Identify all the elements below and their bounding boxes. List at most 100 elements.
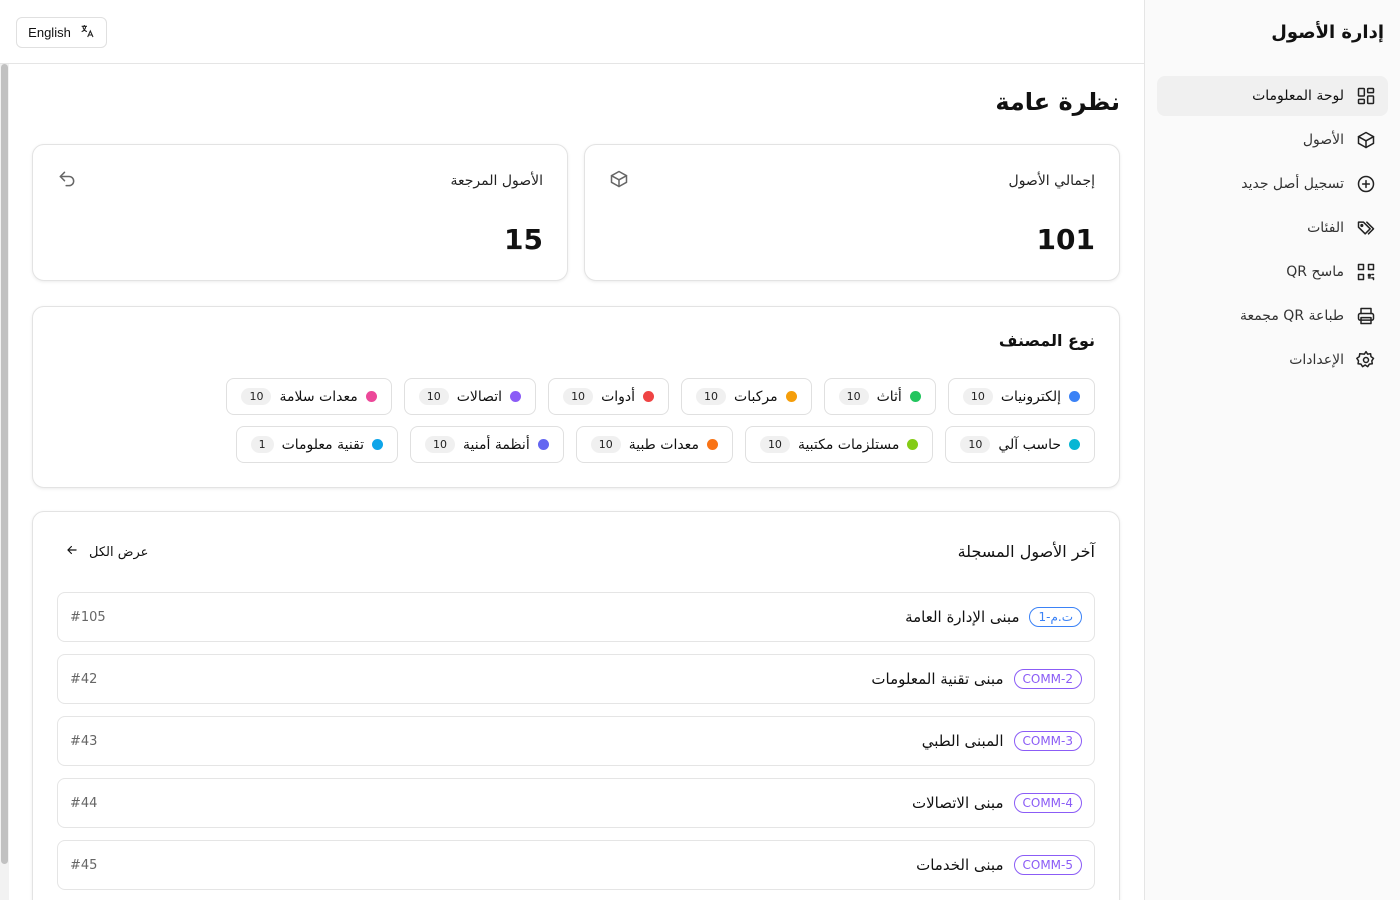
recent-asset-info: COMM-5 مبنى الخدمات (916, 855, 1082, 875)
sidebar-item-label: تسجيل أصل جديد (1241, 176, 1344, 192)
category-color-dot (909, 391, 921, 402)
sidebar-item-dashboard[interactable]: لوحة المعلومات (1157, 76, 1388, 116)
category-count-badge: 10 (590, 436, 621, 453)
category-name: إلكترونيات (1000, 388, 1061, 405)
asset-name: مبنى تقنية المعلومات (871, 670, 1004, 688)
undo-icon (57, 169, 77, 189)
asset-id: #43 (70, 733, 98, 749)
category-name: اتصالات (456, 388, 503, 405)
category-chip[interactable]: مستلزمات مكتبية 10 (744, 426, 934, 463)
gear-icon (1356, 350, 1376, 370)
category-name: حاسب آلي (998, 436, 1061, 453)
recent-asset-row[interactable]: COMM-4 مبنى الاتصالات #44 (57, 778, 1095, 828)
app-title: إدارة الأصول (1271, 21, 1384, 43)
category-chip[interactable]: اتصالات 10 (403, 378, 537, 415)
category-chip[interactable]: إلكترونيات 10 (947, 378, 1095, 415)
plus-circle-icon (1356, 174, 1376, 194)
asset-code-tag: COMM-2 (1013, 669, 1082, 689)
category-count-badge: 1 (250, 436, 274, 453)
category-chip[interactable]: معدات طبية 10 (575, 426, 733, 463)
category-color-dot (1069, 391, 1080, 402)
category-chip[interactable]: حاسب آلي 10 (945, 426, 1095, 463)
category-name: أثاث (876, 388, 902, 405)
asset-code-tag: COMM-4 (1013, 793, 1082, 813)
sidebar-item-categories[interactable]: الفئات (1157, 208, 1388, 248)
recent-asset-info: COMM-4 مبنى الاتصالات (912, 793, 1082, 813)
asset-name: مبنى الإدارة العامة (905, 608, 1020, 626)
sidebar-item-assets[interactable]: الأصول (1157, 120, 1388, 160)
sidebar-item-label: ماسح QR (1286, 264, 1344, 280)
asset-name: مبنى الاتصالات (911, 794, 1004, 812)
category-chip[interactable]: أثاث 10 (823, 378, 936, 415)
stat-label: إجمالي الأصول (1008, 173, 1095, 189)
asset-name: مبنى الخدمات (916, 856, 1004, 874)
recent-asset-row[interactable]: COMM-5 مبنى الخدمات #45 (57, 840, 1095, 890)
dashboard-icon (1356, 86, 1376, 106)
sidebar-item-label: الإعدادات (1289, 352, 1344, 368)
scrollbar[interactable] (0, 64, 9, 900)
page-title: نظرة عامة (995, 88, 1120, 116)
category-chip[interactable]: أنظمة أمنية 10 (410, 426, 564, 463)
category-color-dot (372, 439, 384, 450)
recent-asset-info: ت.م-1 مبنى الإدارة العامة (905, 607, 1082, 627)
category-chip-row: إلكترونيات 10 أثاث 10 مركبات 10 أدوات 10 اتصالات… (226, 378, 1095, 415)
box-icon (1356, 130, 1376, 150)
category-chip[interactable]: معدات سلامة 10 (226, 378, 392, 415)
category-color-dot (706, 439, 718, 450)
stat-card-returned-assets: الأصول المرجعة 15 (32, 144, 568, 281)
category-name: معدات سلامة (279, 388, 358, 405)
asset-code-tag: ت.م-1 (1029, 607, 1082, 627)
asset-code-tag: COMM-3 (1013, 731, 1082, 751)
category-chip[interactable]: أدوات 10 (548, 378, 670, 415)
category-count-badge: 10 (425, 436, 456, 453)
asset-code-tag: COMM-5 (1013, 855, 1082, 875)
sidebar-item-register-asset[interactable]: تسجيل أصل جديد (1157, 164, 1388, 204)
recent-asset-info: COMM-3 المبنى الطبي (922, 731, 1082, 751)
asset-id: #42 (70, 671, 98, 687)
recent-asset-row[interactable]: ت.م-1 مبنى الإدارة العامة #105 (57, 592, 1095, 642)
translate-icon (79, 23, 95, 42)
category-color-dot (510, 391, 522, 402)
scrollbar-thumb[interactable] (1, 64, 8, 864)
category-chip[interactable]: تقنية معلومات 1 (235, 426, 399, 463)
sidebar-item-settings[interactable]: الإعدادات (1157, 340, 1388, 380)
category-name: معدات طبية (628, 436, 699, 453)
view-all-link[interactable]: عرض الكل (65, 543, 148, 561)
category-count-badge: 10 (838, 388, 869, 405)
language-toggle-button[interactable]: English (16, 17, 107, 48)
stat-card-total-assets: إجمالي الأصول 101 (584, 144, 1120, 281)
sidebar-nav: لوحة المعلومات الأصول تسجيل أصل جديد الف… (1145, 64, 1400, 380)
sidebar: إدارة الأصول لوحة المعلومات الأصول تسجيل… (1144, 0, 1400, 900)
category-count-badge: 10 (960, 436, 991, 453)
top-bar: English (0, 0, 1144, 64)
recent-asset-row[interactable]: COMM-3 المبنى الطبي #43 (57, 716, 1095, 766)
recent-asset-info: COMM-2 مبنى تقنية المعلومات (871, 669, 1082, 689)
sidebar-item-label: لوحة المعلومات (1252, 88, 1344, 104)
category-color-dot (907, 439, 919, 450)
language-label: English (28, 25, 71, 40)
category-count-badge: 10 (418, 388, 449, 405)
category-types-card: نوع المصنف إلكترونيات 10 أثاث 10 مركبات 10 أدو… (32, 306, 1120, 488)
category-name: مستلزمات مكتبية (797, 436, 900, 453)
asset-id: #45 (70, 857, 98, 873)
sidebar-item-bulk-print[interactable]: طباعة QR مجمعة (1157, 296, 1388, 336)
category-count-badge: 10 (696, 388, 727, 405)
recent-assets-title: آخر الأصول المسجلة (957, 542, 1095, 561)
stat-value: 15 (504, 223, 543, 256)
qr-code-icon (1356, 262, 1376, 282)
category-chip[interactable]: مركبات 10 (681, 378, 812, 415)
category-count-badge: 10 (962, 388, 993, 405)
printer-icon (1356, 306, 1376, 326)
sidebar-item-qr-scanner[interactable]: ماسح QR (1157, 252, 1388, 292)
category-count-badge: 10 (563, 388, 594, 405)
main-content: نظرة عامة إجمالي الأصول 101 الأصول المرج… (9, 64, 1144, 900)
category-name: أنظمة أمنية (463, 436, 530, 453)
tags-icon (1356, 218, 1376, 238)
category-count-badge: 10 (241, 388, 272, 405)
recent-asset-row[interactable]: COMM-2 مبنى تقنية المعلومات #42 (57, 654, 1095, 704)
view-all-label: عرض الكل (89, 544, 149, 560)
asset-id: #105 (70, 609, 106, 625)
category-name: أدوات (601, 388, 636, 405)
category-chip-row: حاسب آلي 10 مستلزمات مكتبية 10 معدات طبية 10 أ… (235, 426, 1095, 463)
category-color-dot (785, 391, 797, 402)
